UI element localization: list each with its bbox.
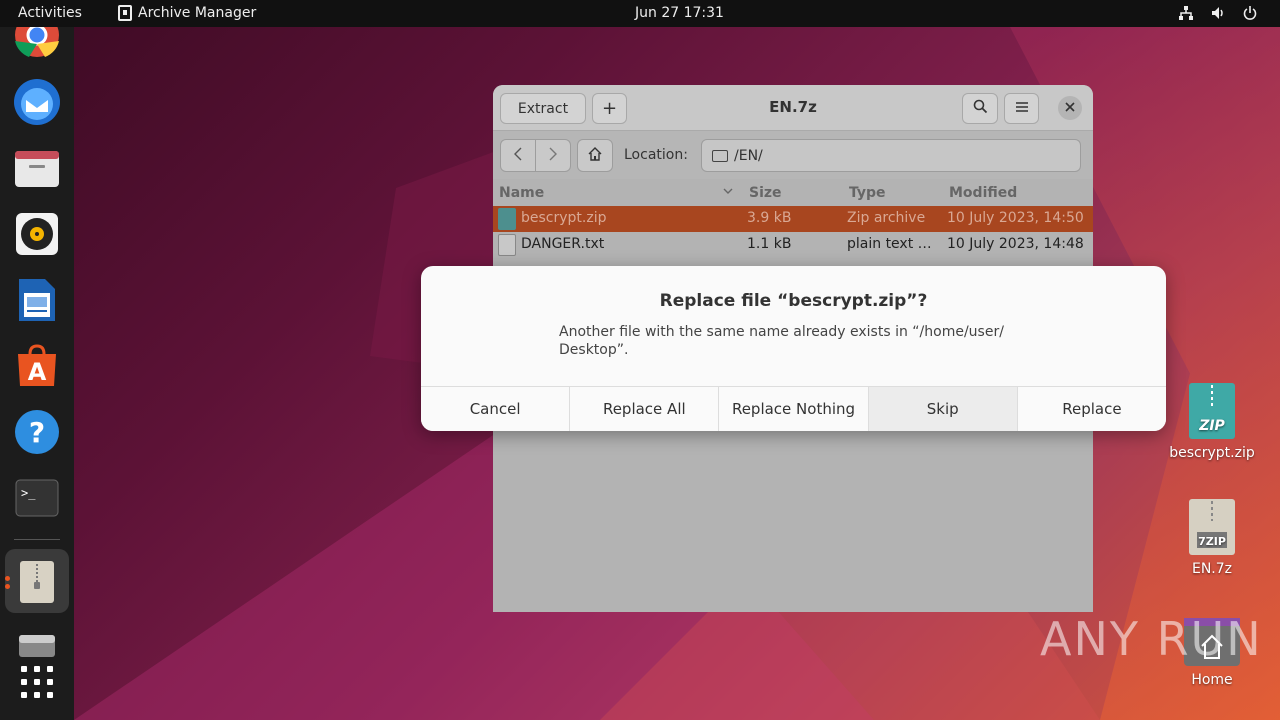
7z-file-icon: 7ZIP — [1189, 499, 1235, 555]
close-window-button[interactable] — [1058, 96, 1082, 120]
anyrun-watermark: ANY RUN — [1040, 612, 1263, 666]
text-file-icon — [498, 234, 516, 256]
desktop-item-label: bescrypt.zip — [1169, 445, 1255, 461]
file-type: Zip archive — [847, 210, 926, 226]
zip-badge: ZIP — [1198, 418, 1225, 434]
window-header: Extract + EN.7z — [493, 85, 1093, 131]
folder-icon — [712, 149, 728, 162]
zip-file-icon — [498, 208, 516, 230]
close-icon — [1065, 101, 1075, 116]
column-name[interactable]: Name — [499, 185, 544, 201]
desktop-item-en-7z[interactable]: 7ZIP EN.7z — [1162, 499, 1262, 577]
svg-text:A: A — [28, 358, 47, 386]
column-modified[interactable]: Modified — [949, 185, 1017, 201]
file-size: 1.1 kB — [747, 236, 792, 252]
app-menu[interactable]: Archive Manager — [118, 5, 256, 21]
file-row[interactable]: bescrypt.zip 3.9 kB Zip archive 10 July … — [493, 206, 1093, 232]
help-icon[interactable]: ? — [12, 407, 62, 457]
replace-button[interactable]: Replace — [1017, 387, 1166, 431]
column-type[interactable]: Type — [849, 185, 886, 201]
hamburger-icon — [1015, 101, 1029, 117]
file-modified: 10 July 2023, 14:48 — [947, 236, 1084, 252]
location-label: Location: — [624, 147, 688, 163]
desktop-item-label: Home — [1191, 672, 1233, 688]
location-toolbar: Location: /EN/ — [493, 131, 1093, 179]
sort-chevron-down-icon[interactable] — [723, 183, 733, 203]
location-value: /EN/ — [734, 147, 763, 164]
file-type: plain text … — [847, 236, 932, 252]
top-bar: Activities Archive Manager Jun 27 17:31 — [0, 0, 1280, 27]
column-size[interactable]: Size — [749, 185, 782, 201]
files-icon[interactable] — [12, 143, 62, 193]
volume-icon[interactable] — [1210, 5, 1226, 21]
skip-button[interactable]: Skip — [868, 387, 1018, 431]
7zip-badge: 7ZIP — [1198, 535, 1226, 548]
replace-nothing-button[interactable]: Replace Nothing — [719, 387, 869, 431]
file-modified: 10 July 2023, 14:50 — [947, 210, 1084, 226]
home-button[interactable] — [577, 139, 613, 172]
cancel-button[interactable]: Cancel — [421, 387, 571, 431]
chevron-right-icon — [549, 147, 557, 165]
system-tray[interactable] — [1178, 5, 1258, 21]
running-indicator — [5, 576, 10, 581]
home-icon — [587, 146, 603, 166]
back-button[interactable] — [500, 139, 536, 172]
replace-all-button[interactable]: Replace All — [570, 387, 720, 431]
clock[interactable]: Jun 27 17:31 — [635, 5, 724, 21]
show-apps-icon[interactable] — [12, 657, 62, 707]
activities-button[interactable]: Activities — [18, 5, 82, 21]
add-files-button[interactable]: + — [592, 93, 627, 124]
file-name: bescrypt.zip — [521, 210, 607, 226]
terminal-icon[interactable]: >_ — [12, 473, 62, 523]
app-center-icon[interactable]: A — [12, 341, 62, 391]
dialog-title: Replace file “bescrypt.zip”? — [659, 291, 928, 311]
menu-button[interactable] — [1004, 93, 1039, 124]
dock: A ? >_ — [0, 27, 74, 720]
desktop-item-label: EN.7z — [1191, 561, 1233, 577]
running-indicator — [5, 584, 10, 589]
archive-app-icon — [118, 5, 132, 21]
power-icon[interactable] — [1242, 5, 1258, 21]
dialog-message: Another file with the same name already … — [559, 324, 1004, 358]
replace-file-dialog: Replace file “bescrypt.zip”? Another fil… — [421, 266, 1166, 431]
writer-icon[interactable] — [12, 275, 62, 325]
chrome-icon[interactable] — [12, 27, 62, 59]
column-header: Name Size Type Modified — [493, 180, 1093, 206]
zip-file-icon: ZIP — [1189, 383, 1235, 439]
rhythmbox-icon[interactable] — [12, 209, 62, 259]
app-name: Archive Manager — [138, 5, 257, 21]
thunderbird-icon[interactable] — [12, 77, 62, 127]
dialog-actions: Cancel Replace All Replace Nothing Skip … — [421, 386, 1166, 431]
desktop-item-bescrypt-zip[interactable]: ZIP bescrypt.zip — [1162, 383, 1262, 461]
location-field[interactable]: /EN/ — [701, 139, 1081, 172]
network-icon[interactable] — [1178, 5, 1194, 21]
search-icon — [973, 99, 988, 118]
extract-button[interactable]: Extract — [500, 93, 586, 124]
forward-button[interactable] — [535, 139, 571, 172]
dock-separator — [14, 539, 60, 540]
file-row[interactable]: DANGER.txt 1.1 kB plain text … 10 July 2… — [493, 232, 1093, 258]
archive-manager-icon[interactable] — [12, 557, 62, 607]
file-name: DANGER.txt — [521, 236, 605, 252]
chevron-left-icon — [514, 147, 522, 165]
svg-text:>_: >_ — [21, 486, 36, 500]
svg-text:?: ? — [29, 416, 45, 449]
search-button[interactable] — [962, 93, 998, 124]
file-size: 3.9 kB — [747, 210, 792, 226]
